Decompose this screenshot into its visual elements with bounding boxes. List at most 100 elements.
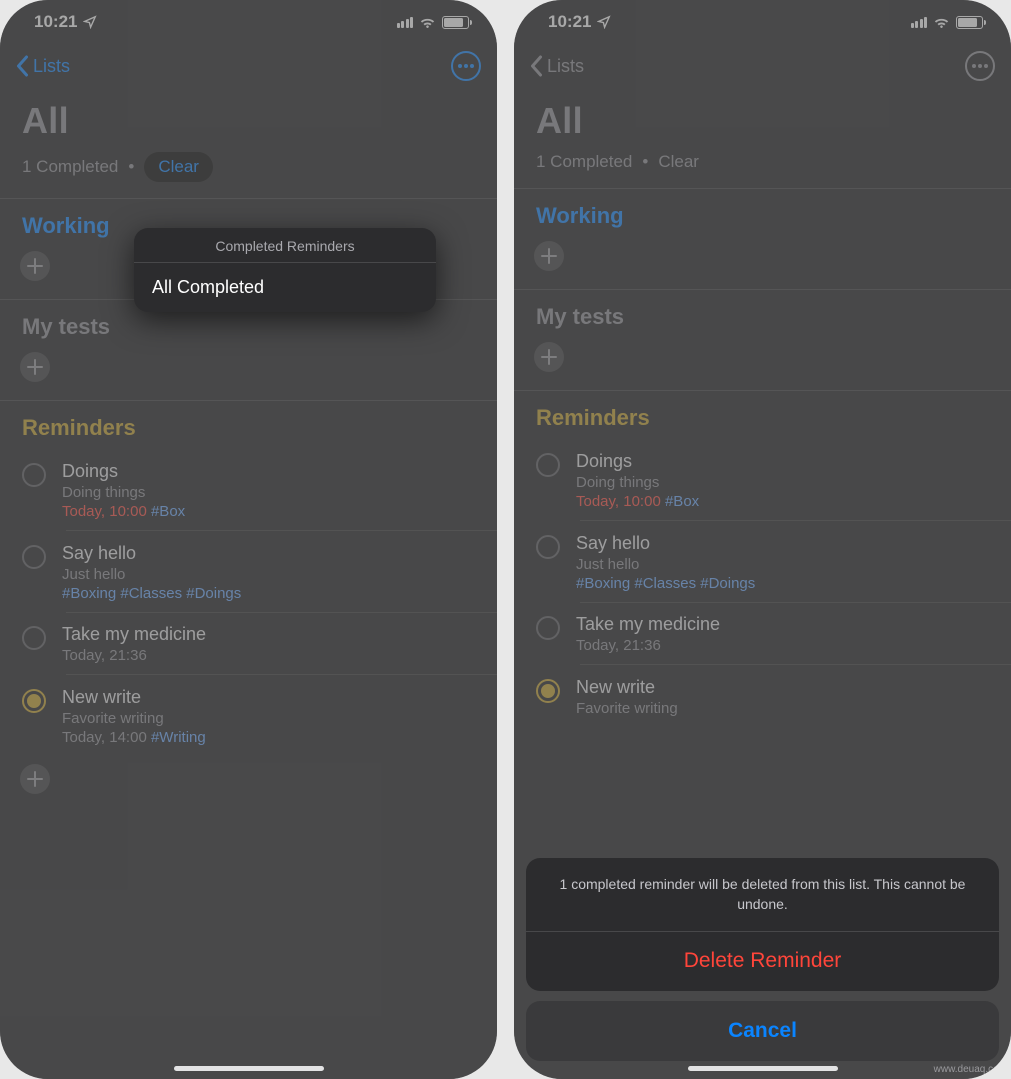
checkbox-circle[interactable] [536,453,560,477]
reminder-item[interactable]: Take my medicine Today, 21:36 [0,612,497,674]
plus-icon [27,771,43,787]
reminder-title: Say hello [62,543,475,564]
page-title: All [0,88,497,152]
action-sheet-message: 1 completed reminder will be deleted fro… [526,858,999,931]
plus-icon [541,349,557,365]
back-label: Lists [547,56,584,77]
checkbox-circle[interactable] [536,616,560,640]
wifi-icon [419,16,436,28]
reminder-item[interactable]: New write Favorite writing Today, 14:00 … [0,675,497,756]
phone-screenshot-right: 10:21 Lists All 1 Completed • Clear [514,0,1011,1079]
reminder-time: Today, 21:36 [62,647,147,664]
reminder-item[interactable]: Doings Doing things Today, 10:00 #Box [0,449,497,530]
add-button[interactable] [534,342,564,372]
chevron-left-icon [16,55,29,77]
ellipsis-icon [972,64,988,68]
phone-screenshot-left: 10:21 Lists All 1 Completed • Clear [0,0,497,1079]
page-title: All [514,88,1011,152]
reminder-subtitle: Doing things [576,474,989,491]
back-button[interactable]: Lists [16,55,70,77]
section-title-reminders: Reminders [22,415,475,441]
home-indicator[interactable] [688,1066,838,1071]
clear-button[interactable]: Clear [658,152,699,172]
completed-count-label: 1 Completed [536,152,632,172]
reminder-time: Today, 14:00 [62,729,147,746]
reminder-title: Doings [62,461,475,482]
section-title-reminders: Reminders [536,405,989,431]
delete-reminder-button[interactable]: Delete Reminder [526,931,999,991]
checkbox-circle[interactable] [536,535,560,559]
completed-summary-row: 1 Completed • Clear [0,152,497,198]
wifi-icon [933,16,950,28]
action-sheet: 1 completed reminder will be deleted fro… [526,858,999,1061]
popover-item-all-completed[interactable]: All Completed [134,263,436,312]
section-mytests: My tests [0,299,497,400]
status-time: 10:21 [34,12,77,32]
reminder-subtitle: Just hello [576,556,989,573]
reminder-item[interactable]: Say hello Just hello #Boxing #Classes #D… [0,531,497,612]
home-indicator[interactable] [174,1066,324,1071]
section-title-working: Working [536,203,989,229]
section-title-mytests: My tests [22,314,475,340]
battery-icon [956,16,983,29]
reminder-title: New write [576,677,989,698]
completed-summary-row: 1 Completed • Clear [514,152,1011,188]
reminder-tags: #Boxing #Classes #Doings [62,585,241,602]
reminder-tag: #Writing [151,729,206,746]
watermark: www.deuaq.com [934,1064,1007,1075]
back-label: Lists [33,56,70,77]
more-button[interactable] [451,51,481,81]
reminder-subtitle: Favorite writing [576,700,989,717]
plus-icon [541,248,557,264]
back-button[interactable]: Lists [530,55,584,77]
status-bar: 10:21 [514,0,1011,44]
separator-dot: • [128,157,134,177]
cellular-icon [397,17,414,28]
section-reminders: Reminders Doings Doing things Today, 10:… [0,400,497,812]
reminder-time: Today, 10:00 [62,503,147,520]
clear-button[interactable]: Clear [144,152,213,182]
reminder-time: Today, 21:36 [576,637,661,654]
reminder-subtitle: Favorite writing [62,710,475,727]
reminder-item[interactable]: Doings Doing things Today, 10:00 #Box [514,439,1011,520]
checkbox-circle-done[interactable] [22,689,46,713]
reminder-tag: #Box [151,503,185,520]
reminder-title: New write [62,687,475,708]
cancel-button[interactable]: Cancel [526,1001,999,1061]
popover-header: Completed Reminders [134,228,436,263]
add-button[interactable] [20,251,50,281]
reminder-item[interactable]: Take my medicine Today, 21:36 [514,602,1011,664]
navigation-bar: Lists [0,44,497,88]
reminder-title: Take my medicine [62,624,475,645]
add-button[interactable] [20,352,50,382]
section-reminders: Reminders Doings Doing things Today, 10:… [514,390,1011,727]
completed-count-label: 1 Completed [22,157,118,177]
context-menu-popover: Completed Reminders All Completed [134,228,436,312]
separator-dot: • [642,152,648,172]
navigation-bar: Lists [514,44,1011,88]
section-working: Working [514,188,1011,289]
reminder-subtitle: Just hello [62,566,475,583]
checkbox-circle[interactable] [22,626,46,650]
reminder-item[interactable]: Say hello Just hello #Boxing #Classes #D… [514,521,1011,602]
checkbox-circle[interactable] [22,463,46,487]
reminder-time: Today, 10:00 [576,493,661,510]
checkbox-circle[interactable] [22,545,46,569]
checkbox-circle-done[interactable] [536,679,560,703]
reminder-tags: #Boxing #Classes #Doings [576,575,755,592]
add-button[interactable] [20,764,50,794]
location-icon [83,15,97,29]
reminder-title: Doings [576,451,989,472]
section-title-mytests: My tests [536,304,989,330]
reminder-item[interactable]: New write Favorite writing [514,665,1011,727]
add-button[interactable] [534,241,564,271]
reminder-title: Say hello [576,533,989,554]
status-time: 10:21 [548,12,591,32]
ellipsis-icon [458,64,474,68]
section-mytests: My tests [514,289,1011,390]
location-icon [597,15,611,29]
reminder-subtitle: Doing things [62,484,475,501]
plus-icon [27,359,43,375]
more-button[interactable] [965,51,995,81]
cellular-icon [911,17,928,28]
